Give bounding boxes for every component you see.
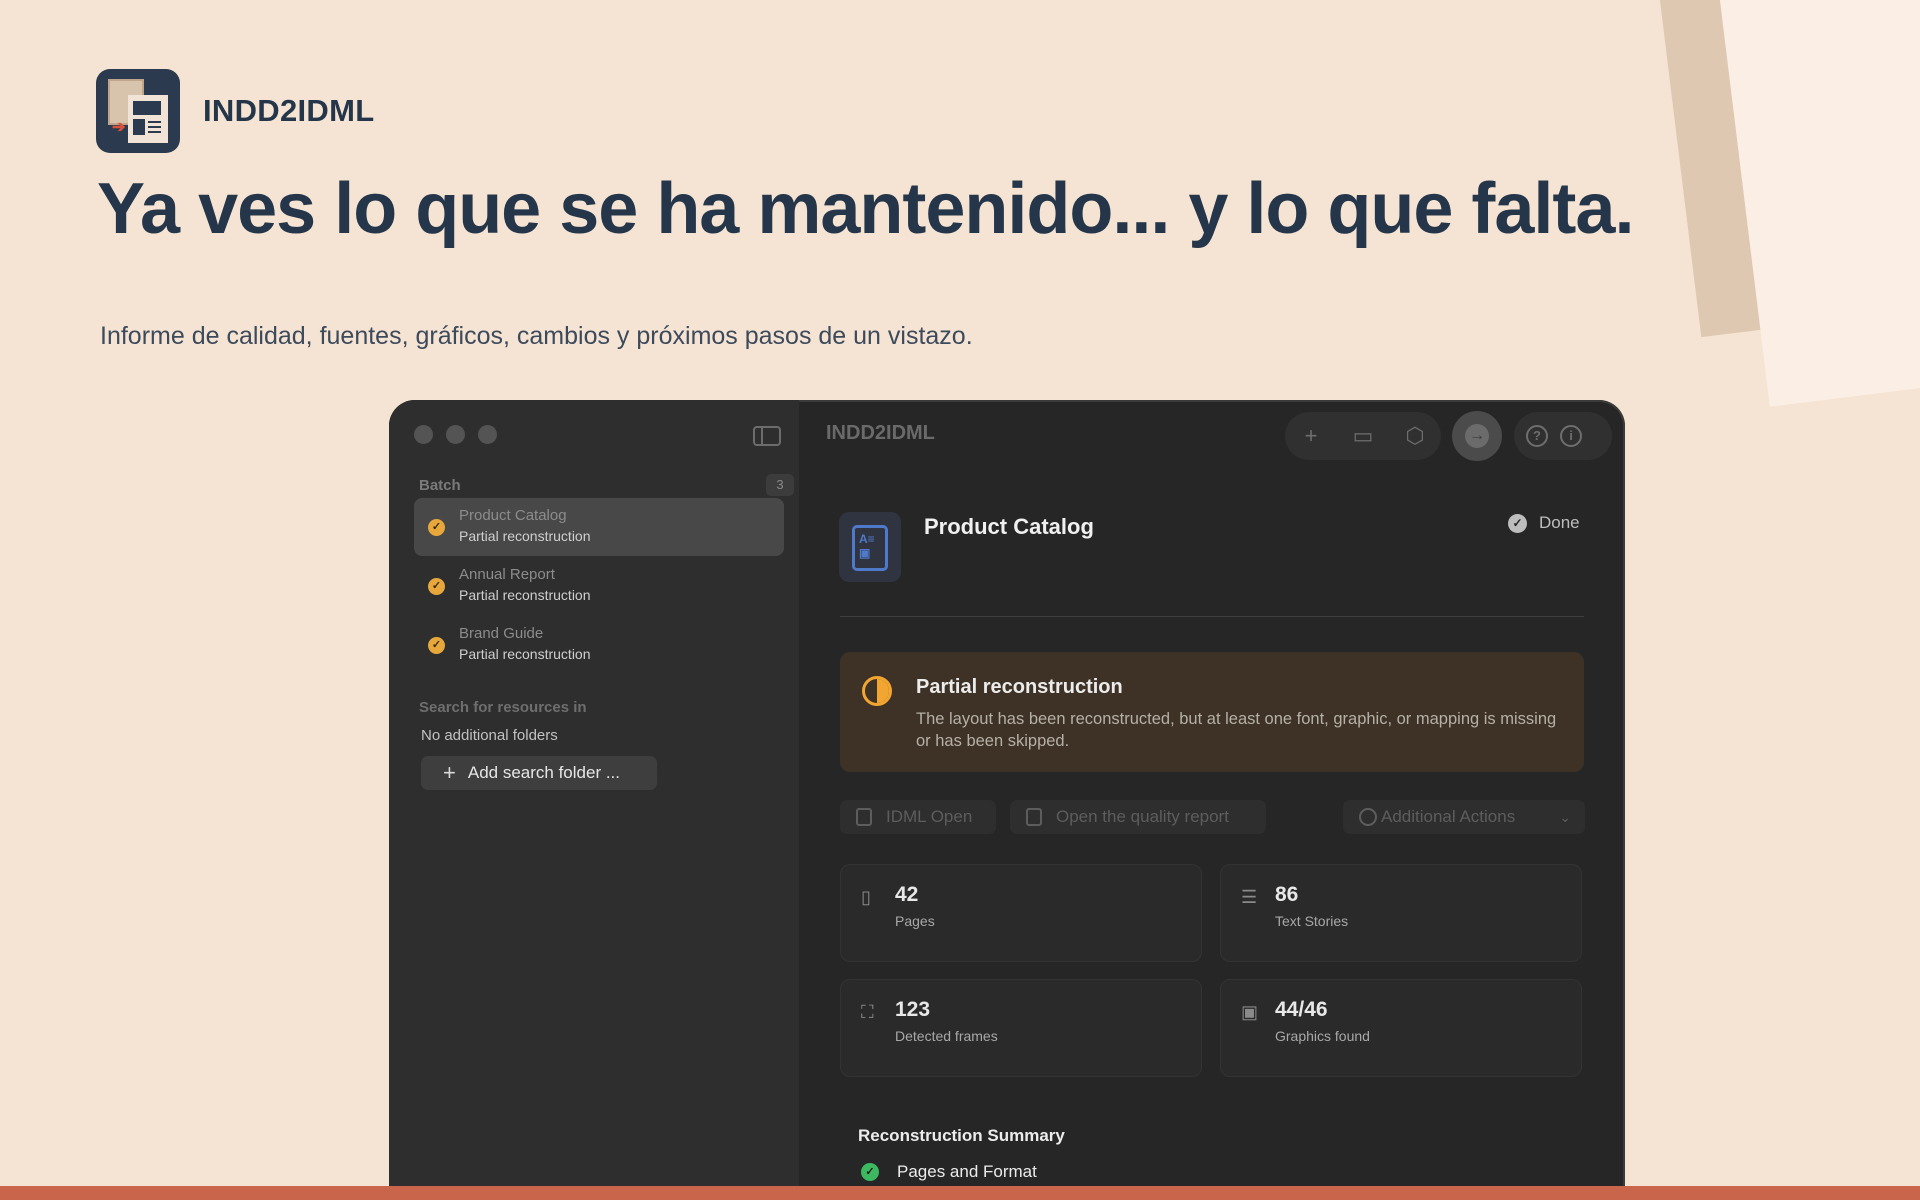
batch-item-product-catalog[interactable]: ✓ Product Catalog Partial reconstruction — [414, 498, 784, 556]
stat-value: 123 — [895, 998, 931, 1021]
stat-value: 44/46 — [1275, 998, 1328, 1021]
stat-value: 86 — [1275, 883, 1299, 906]
frame-corners-icon: ⛶ — [861, 1002, 874, 1022]
batch-item-annual-report[interactable]: ✓ Annual Report Partial reconstruction — [414, 557, 784, 615]
window-title: INDD2IDML — [826, 422, 935, 444]
summary-item-pages-format: ✓ Pages and Format — [861, 1162, 1037, 1182]
partial-reconstruction-banner: Partial reconstruction The layout has be… — [840, 652, 1584, 772]
add-search-folder-label: Add search folder ... — [467, 763, 620, 782]
check-icon: ✓ — [428, 637, 445, 654]
plus-icon[interactable]: + — [1285, 423, 1337, 449]
convert-button[interactable]: → — [1452, 411, 1502, 461]
chevron-down-icon: ⌄ — [1559, 808, 1571, 825]
additional-actions-label: Additional Actions — [1381, 807, 1516, 826]
brand-name: INDD2IDML — [203, 93, 375, 128]
idml-open-button[interactable]: IDML Open — [840, 800, 996, 834]
batch-label: Batch — [419, 477, 461, 494]
report-icon — [1026, 808, 1042, 826]
stat-pages: ▯ 42 Pages — [840, 864, 1202, 962]
check-icon: ✓ — [1508, 513, 1527, 533]
window-minimize-button[interactable] — [446, 425, 465, 444]
stat-graphics-found: ▣ 44/46 Graphics found — [1220, 979, 1582, 1077]
bottom-accent-bar — [0, 1186, 1920, 1200]
stat-label: Text Stories — [1275, 913, 1349, 929]
stat-label: Pages — [895, 913, 935, 929]
plus-icon: + — [443, 760, 456, 785]
hero-subtitle: Informe de calidad, fuentes, gráficos, c… — [100, 322, 973, 350]
batch-item-status: Partial reconstruction — [459, 587, 591, 603]
toolbar-group-file: + ▭ ⬡ — [1285, 412, 1441, 460]
status-done: ✓ Done — [1508, 513, 1580, 533]
brand: ➔ INDD2IDML — [96, 69, 374, 153]
stat-text-stories: ☰ 86 Text Stories — [1220, 864, 1582, 962]
window-zoom-button[interactable] — [478, 425, 497, 444]
batch-item-status: Partial reconstruction — [459, 646, 591, 662]
images-icon: ▣ — [1241, 1002, 1259, 1022]
sidebar: Batch 3 ✓ Product Catalog Partial recons… — [389, 400, 799, 1200]
banner-text: The layout has been reconstructed, but a… — [916, 710, 1557, 750]
page-icon: ▯ — [861, 887, 871, 907]
banner-title: Partial reconstruction — [916, 676, 1123, 698]
info-icon[interactable]: i — [1560, 425, 1582, 447]
batch-item-title: Brand Guide — [459, 625, 544, 642]
search-resources-label: Search for resources in — [419, 699, 587, 716]
check-icon: ✓ — [428, 578, 445, 595]
convert-icon: → — [1465, 424, 1489, 448]
idml-open-label: IDML Open — [886, 807, 973, 826]
batch-item-brand-guide[interactable]: ✓ Brand Guide Partial reconstruction — [414, 616, 784, 674]
check-icon: ✓ — [861, 1163, 879, 1181]
divider — [840, 616, 1584, 617]
app-logo-icon: ➔ — [96, 69, 180, 153]
batch-item-title: Annual Report — [459, 566, 555, 583]
check-icon: ✓ — [428, 519, 445, 536]
hero-headline: Ya ves lo que se ha mantenido... y lo qu… — [97, 169, 1634, 249]
more-circle-icon — [1359, 808, 1377, 826]
additional-actions-menu[interactable]: Additional Actions ⌄ — [1343, 800, 1585, 834]
package-icon[interactable]: ⬡ — [1389, 423, 1441, 449]
quality-report-label: Open the quality report — [1056, 807, 1229, 826]
background-stripe-light — [1715, 0, 1920, 407]
document-title: Product Catalog — [924, 514, 1094, 539]
no-folders-text: No additional folders — [421, 727, 558, 744]
batch-count-badge: 3 — [766, 474, 794, 496]
sidebar-toggle-icon[interactable] — [753, 426, 781, 446]
app-window: Batch 3 ✓ Product Catalog Partial recons… — [389, 400, 1625, 1200]
text-lines-icon: ☰ — [1241, 887, 1258, 907]
toolbar-group-help: ? i — [1514, 412, 1612, 460]
batch-item-title: Product Catalog — [459, 507, 567, 524]
reconstruction-summary-title: Reconstruction Summary — [858, 1126, 1065, 1145]
document-icon: A≡ ▣ — [839, 512, 901, 582]
add-search-folder-button[interactable]: + Add search folder ... — [421, 756, 657, 790]
stat-detected-frames: ⛶ 123 Detected frames — [840, 979, 1202, 1077]
quality-report-button[interactable]: Open the quality report — [1010, 800, 1266, 834]
folder-icon[interactable]: ▭ — [1337, 423, 1389, 449]
stat-label: Detected frames — [895, 1028, 998, 1044]
batch-item-status: Partial reconstruction — [459, 528, 591, 544]
status-done-label: Done — [1539, 513, 1580, 532]
help-icon[interactable]: ? — [1526, 425, 1548, 447]
summary-item-label: Pages and Format — [897, 1162, 1037, 1181]
open-external-icon — [856, 808, 872, 826]
window-close-button[interactable] — [414, 425, 433, 444]
half-circle-icon — [862, 676, 892, 706]
stat-value: 42 — [895, 883, 919, 906]
stat-label: Graphics found — [1275, 1028, 1370, 1044]
